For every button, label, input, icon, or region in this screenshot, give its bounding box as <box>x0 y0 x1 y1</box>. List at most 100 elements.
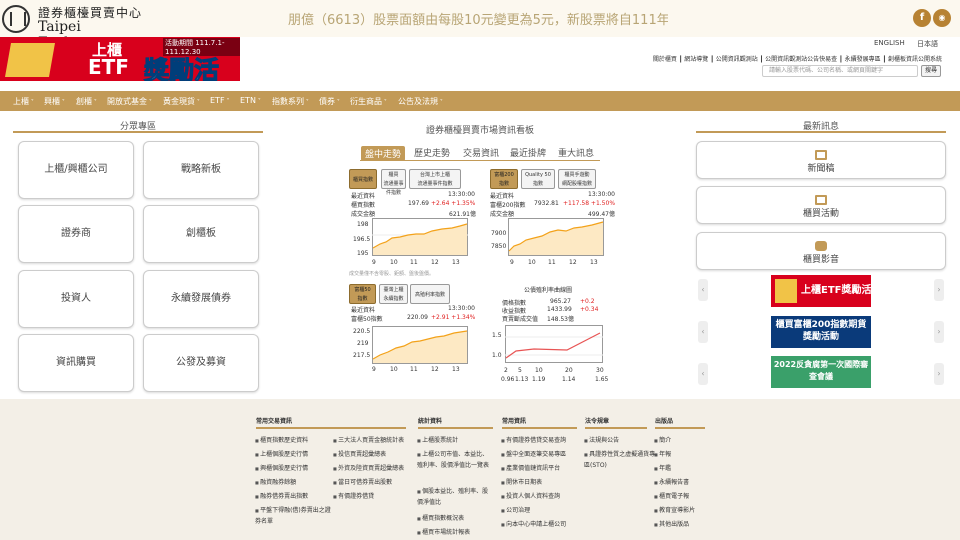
nav-bonds[interactable]: 債券 <box>319 96 340 107</box>
footer-link[interactable]: 永續報告書 <box>654 477 689 486</box>
p3-y-tick: 217.5 <box>353 352 371 359</box>
footer-link[interactable]: 櫃買市場統計報表 <box>417 527 470 536</box>
carousel3-next-icon[interactable]: › <box>934 363 944 385</box>
tab-intraday[interactable]: 盤中走勢 <box>361 146 406 161</box>
carousel-next-icon[interactable]: › <box>934 279 944 301</box>
p2-tab-quality50[interactable]: Quality 50 指數 <box>521 169 555 189</box>
carousel-prev-icon[interactable]: ‹ <box>698 279 708 301</box>
p1-tab-tpex-index[interactable]: 櫃買指數 <box>349 169 377 189</box>
ad-etf-reward[interactable]: 上櫃ETF獎勵活動 <box>771 275 871 307</box>
p2-latest-label: 最近資料 <box>490 193 515 200</box>
etf-promo-banner[interactable]: 活動期間 111.7.1-111.12.30 上櫃 ETF 獎勵活動 ‹ › <box>0 37 240 81</box>
p1-tab-tw-liquidity[interactable]: 台灣上市上櫃 流通量事件指數 <box>409 169 461 189</box>
footer-link[interactable]: 上櫃股票統計 <box>417 435 458 444</box>
tab-history[interactable]: 歷史走勢 <box>414 146 450 159</box>
p3-tab-tpex50[interactable]: 富櫃50 指數 <box>349 284 376 304</box>
nav-etf[interactable]: ETF <box>210 96 229 105</box>
footer-link[interactable]: 公司治理 <box>501 505 530 514</box>
btn-brokers[interactable]: 證券商 <box>18 205 134 263</box>
footer-link[interactable]: 上櫃公司市值、本益比、殖利率、股價淨值比一覽表 <box>417 449 492 471</box>
footer-link[interactable]: 平盤下得融(借)券賣出之證券名單 <box>255 505 335 527</box>
nav-emerging[interactable]: 興櫃 <box>44 96 65 107</box>
ad-anticorruption[interactable]: 2022反貪腐第一次國際審查會議 <box>771 356 871 388</box>
tab-recent-listing[interactable]: 最近掛牌 <box>510 146 546 159</box>
tab-material-news[interactable]: 重大訊息 <box>558 146 594 159</box>
footer-divider <box>585 427 647 429</box>
footer-link[interactable]: 簡介 <box>654 435 671 444</box>
footer-link[interactable]: 具證券性質之虛擬通貨專區(STO) <box>584 449 656 471</box>
footer-link[interactable]: 有價證券借貸交易查詢 <box>501 435 566 444</box>
btn-public-offering[interactable]: 公發及募資 <box>143 334 259 392</box>
footer-link[interactable]: 產業價值鏈資訊平台 <box>501 463 560 472</box>
search-button[interactable]: 搜尋 <box>921 65 941 77</box>
btn-gisa-board[interactable]: 創櫃板 <box>143 205 259 263</box>
p2-tab-tpex200[interactable]: 富櫃200 指數 <box>490 169 518 189</box>
footer-link[interactable]: 個股本益比、殖利率、股價淨值比 <box>417 486 492 508</box>
quick-links[interactable]: 關於櫃買 ┃ 網站導覽 ┃ 公開資訊觀測站 ┃ 公開資訊觀測站公告快易查 ┃ 永… <box>600 54 942 63</box>
carousel2-next-icon[interactable]: › <box>934 321 944 343</box>
footer-link[interactable]: 投信買賣超彙總表 <box>333 449 386 458</box>
footer-link[interactable]: 盤中全面逐筆交易專區 <box>501 449 566 458</box>
footer-link[interactable]: 教育宣導影片 <box>654 505 695 514</box>
footer-link[interactable]: 年鑑 <box>654 463 671 472</box>
footer-link[interactable]: 開休市日期表 <box>501 477 542 486</box>
footer-link[interactable]: 三大法人買賣金額統計表 <box>333 435 404 444</box>
tab-trading-info[interactable]: 交易資訊 <box>463 146 499 159</box>
news-marquee[interactable]: 朋億（6613）股票面額由每股10元變更為5元，新股票將自111年8月2 <box>288 9 668 27</box>
footer-link[interactable]: 興櫃個股歷史行情 <box>255 463 308 472</box>
nav-index[interactable]: 指數系列 <box>272 96 309 107</box>
btn-investors[interactable]: 投資人 <box>18 270 134 328</box>
lang-japanese-link[interactable]: 日本語 <box>917 39 938 49</box>
p1-intraday-chart <box>372 218 468 256</box>
footer-link[interactable]: 櫃買指數概況表 <box>417 513 464 522</box>
p3-x-tick: 13 <box>452 366 460 373</box>
btn-info-purchase[interactable]: 資訊購買 <box>18 334 134 392</box>
facebook-icon[interactable]: f <box>913 9 931 27</box>
btn-press-release[interactable]: 新聞稿 <box>696 141 946 179</box>
ad-futures-reward[interactable]: 櫃買富櫃200指數期貨獎勵活動 <box>771 316 871 348</box>
p3-latest-label: 最近資料 <box>351 307 376 314</box>
carousel3-prev-icon[interactable]: ‹ <box>698 363 708 385</box>
footer-head-publications: 出版品 <box>655 418 674 425</box>
footer-link[interactable]: 融券借券賣出指數 <box>255 491 308 500</box>
p4-price-change: +0.2 <box>580 298 595 305</box>
footer-link[interactable]: 外資及陸資買賣超彙總表 <box>333 463 404 472</box>
btn-sustainability-bonds[interactable]: 永續發展債券 <box>143 270 259 328</box>
nav-otc[interactable]: 上櫃 <box>13 96 34 107</box>
search-input[interactable]: 請輸入股票代碼、公司名稱、或網頁關鍵字 <box>762 65 918 77</box>
p2-index-value: 7932.81 <box>534 200 559 207</box>
footer-link[interactable]: 櫃買指數歷史資料 <box>255 435 308 444</box>
p3-tab-sustainability[interactable]: 臺灣上櫃 永續指數 <box>379 284 408 304</box>
rss-icon[interactable]: ◉ <box>933 9 951 27</box>
nav-funds[interactable]: 開放式基金 <box>107 96 152 107</box>
btn-pioneer-board[interactable]: 戰略新板 <box>143 141 259 199</box>
nav-gold[interactable]: 黃金現貨 <box>163 96 200 107</box>
logo[interactable]: 證券櫃檯買賣中心 Taipei Exchange <box>2 3 142 51</box>
footer-link[interactable]: 融資融券餘額 <box>255 477 296 486</box>
footer-link[interactable]: 投資人個人資料查詢 <box>501 491 560 500</box>
btn-videos[interactable]: 櫃買影音 <box>696 232 946 270</box>
footer-link[interactable]: 其他出版品 <box>654 519 689 528</box>
p3-tab-high-yield[interactable]: 高殖利率指數 <box>410 284 450 304</box>
p2-tab-mobile-game[interactable]: 櫃買手遊動 網配股權指數 <box>558 169 596 189</box>
footer-link[interactable]: 向本中心申請上櫃公司 <box>501 519 566 528</box>
p1-tab-liquidity[interactable]: 櫃買 流通量事件指數 <box>381 169 406 196</box>
footer-link[interactable]: 法規與公告 <box>584 435 619 444</box>
nav-etn[interactable]: ETN <box>240 96 261 105</box>
btn-listed-companies[interactable]: 上櫃/興櫃公司 <box>18 141 134 199</box>
nav-regulations[interactable]: 公告及法規 <box>398 96 443 107</box>
footer-link[interactable]: 當日可借券賣出股數 <box>333 477 392 486</box>
lang-english-link[interactable]: ENGLISH <box>874 39 905 47</box>
ad-gold-graphic <box>775 279 797 303</box>
main-nav: 上櫃 興櫃 創櫃 開放式基金 黃金現貨 ETF ETN 指數系列 債券 衍生商品… <box>0 91 960 111</box>
btn-events[interactable]: 櫃買活動 <box>696 186 946 224</box>
footer-link[interactable]: 有價證券借貸 <box>333 491 374 500</box>
footer-link[interactable]: 上櫃個股歷史行情 <box>255 449 308 458</box>
footer-link[interactable]: 年報 <box>654 449 671 458</box>
p1-latest-label: 最近資料 <box>351 193 376 200</box>
nav-gisa[interactable]: 創櫃 <box>76 96 97 107</box>
nav-derivatives[interactable]: 衍生商品 <box>350 96 387 107</box>
footer-link[interactable]: 櫃買電子報 <box>654 491 689 500</box>
carousel2-prev-icon[interactable]: ‹ <box>698 321 708 343</box>
market-board-title: 證券櫃檯買賣市場資訊看板 <box>425 126 534 136</box>
